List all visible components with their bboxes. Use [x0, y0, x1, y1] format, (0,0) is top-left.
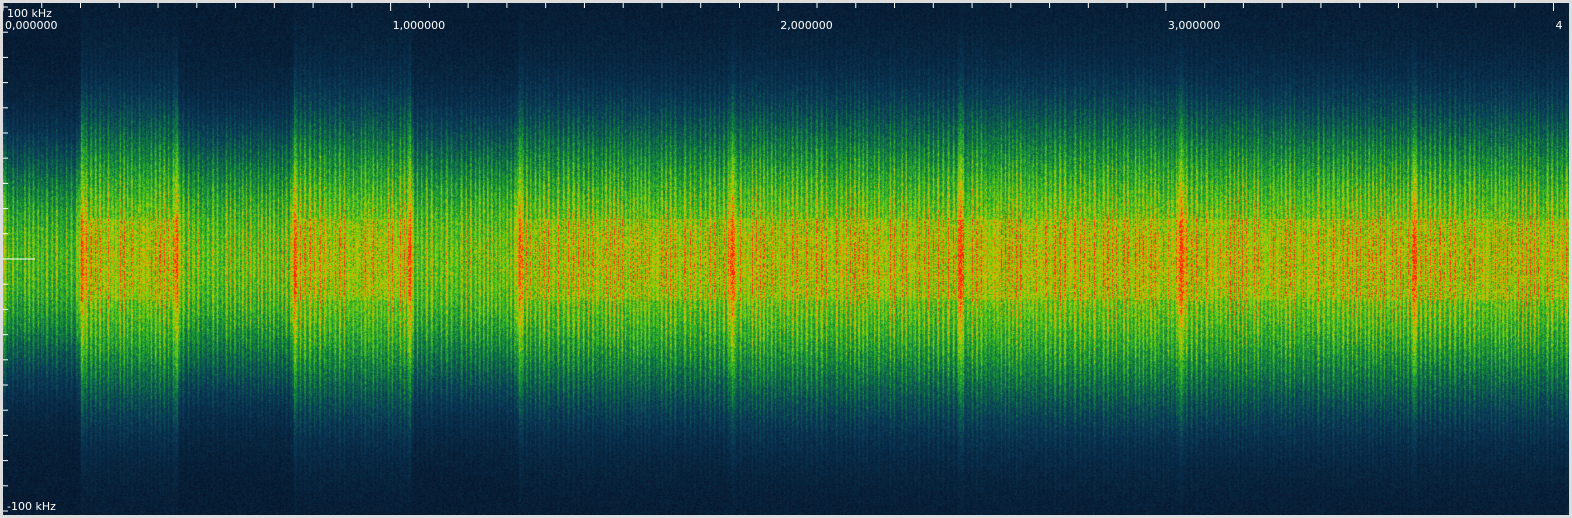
x-axis-tick-label: 1,000000: [393, 19, 446, 32]
x-axis-tick-label: 2,000000: [780, 19, 833, 32]
spectrogram-frame: 0,000000 1,000000 2,000000 3,000000 4 100 kH…: [0, 0, 1572, 518]
y-axis-bottom-label: -100 kHz: [7, 500, 56, 513]
spectrogram-plot[interactable]: 0,000000 1,000000 2,000000 3,000000 4 100 kH…: [3, 3, 1569, 515]
x-axis-tick-label: 4: [1555, 19, 1562, 32]
x-axis-tick-label: 0,000000: [5, 19, 58, 32]
y-axis-top-label: 100 kHz: [7, 7, 52, 20]
x-axis-tick-label: 3,000000: [1168, 19, 1221, 32]
spectrogram-axes-overlay: 0,000000 1,000000 2,000000 3,000000 4 100 kH…: [3, 3, 1562, 513]
x-axis-ticks: 0,000000 1,000000 2,000000 3,000000 4: [3, 3, 1562, 32]
